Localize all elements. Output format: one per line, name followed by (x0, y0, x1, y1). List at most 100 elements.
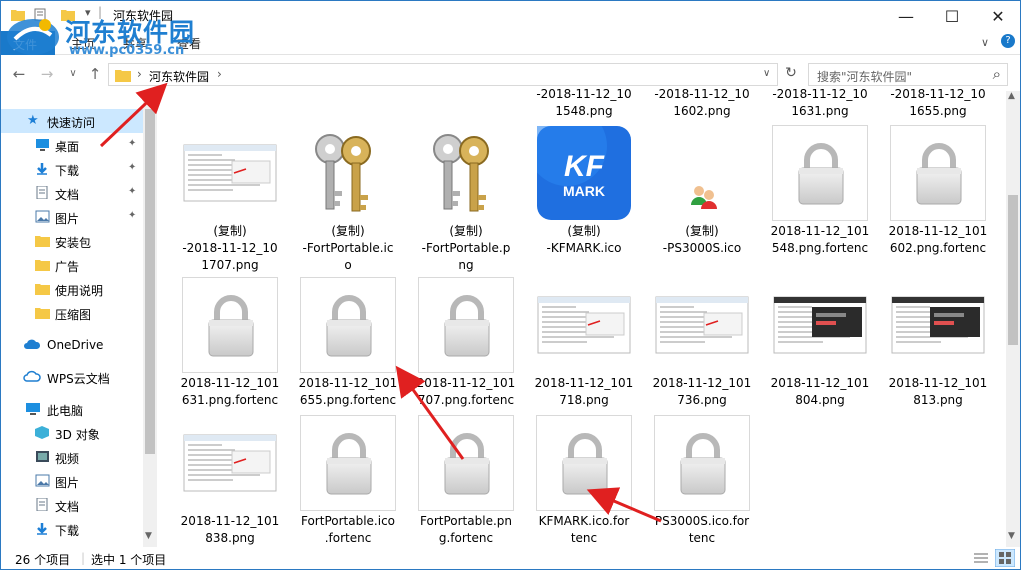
file-item[interactable]: KFMARK.ico.for tenc (531, 415, 637, 547)
sidebar-item-label: 文档 (55, 188, 80, 202)
up-button[interactable]: ↑ (85, 65, 105, 85)
sidebar-item-label: OneDrive (47, 338, 104, 352)
computer-icon (26, 403, 40, 415)
file-item[interactable]: (复制) -FortPortable.p ng (413, 125, 519, 275)
large-icons-view-icon[interactable] (995, 549, 1015, 567)
scroll-down-icon[interactable]: ▼ (1008, 531, 1015, 541)
item-count: 26 个项目 (15, 553, 71, 567)
scrollbar-thumb[interactable] (145, 109, 155, 454)
file-item[interactable]: 2018-11-12_101 707.png.fortenc (413, 277, 519, 427)
file-item[interactable]: PS3000S.ico.for tenc (649, 415, 755, 547)
sidebar-item-label: 此电脑 (47, 404, 84, 418)
tab-home[interactable]: 主页 (71, 35, 95, 52)
address-bar[interactable]: › 河东软件园 › ∨ (108, 63, 778, 86)
file-item[interactable]: 2018-11-12_101 804.png (767, 277, 873, 427)
file-name-line: 631.png.fortenc (181, 393, 279, 407)
file-item[interactable]: (复制) -FortPortable.ic o (295, 125, 401, 275)
file-label[interactable]: -2018-11-12_10 1602.png (649, 89, 755, 120)
sidebar-item-5[interactable]: 广告 (1, 253, 141, 277)
file-item[interactable]: 2018-11-12_101 631.png.fortenc (177, 277, 283, 427)
breadcrumb-chevron-icon[interactable]: › (137, 67, 142, 81)
sidebar-item-pc-2[interactable]: 图片 (1, 469, 141, 493)
file-label: (复制) -FortPortable.ic o (295, 223, 401, 274)
file-item[interactable]: 2018-11-12_101 813.png (885, 277, 991, 427)
refresh-button[interactable]: ↻ (781, 65, 801, 85)
file-name-line: (复制) (567, 224, 601, 238)
close-button[interactable]: ✕ (975, 1, 1020, 31)
properties-icon[interactable] (33, 8, 47, 21)
file-item[interactable]: 2018-11-12_101 655.png.fortenc (295, 277, 401, 427)
scroll-down-icon[interactable]: ▼ (145, 531, 152, 541)
scroll-up-icon[interactable]: ▲ (1008, 91, 1015, 101)
customize-toolbar-icon[interactable]: ▾ (85, 6, 91, 19)
file-item[interactable]: (复制) -PS3000S.ico (649, 125, 755, 275)
pin-icon: ✦ (128, 210, 137, 221)
sidebar-item-onedrive[interactable]: OneDrive (1, 333, 141, 357)
file-label[interactable]: -2018-11-12_10 1631.png (767, 89, 873, 120)
file-name-line: PS3000S.ico.for (654, 514, 750, 528)
back-button[interactable]: ← (9, 65, 29, 85)
window-title: 河东软件园 (113, 9, 174, 23)
breadcrumb-chevron-icon[interactable]: › (217, 67, 222, 81)
sidebar-item-0[interactable]: 桌面 ✦ (1, 133, 141, 157)
content-scrollbar[interactable]: ▲ ▼ (1006, 91, 1020, 547)
sidebar-item-3[interactable]: 图片 ✦ (1, 205, 141, 229)
ribbon-collapse-icon[interactable]: ∨ (981, 36, 989, 49)
sidebar-item-1[interactable]: 下载 ✦ (1, 157, 141, 181)
breadcrumb[interactable]: 河东软件园 (149, 68, 209, 85)
details-view-icon[interactable] (973, 551, 989, 565)
file-label[interactable]: -2018-11-12_10 1548.png (531, 89, 637, 120)
file-thumbnail (418, 277, 514, 373)
sidebar-item-wps[interactable]: WPS云文档 (1, 365, 141, 389)
file-label[interactable]: -2018-11-12_10 1655.png (885, 89, 991, 120)
sidebar-item-pc-3[interactable]: 文档 (1, 493, 141, 517)
file-name-line: -2018-11-12_10 (654, 89, 750, 101)
lock-icon (326, 295, 372, 357)
file-name-line: 2018-11-12_101 (652, 376, 752, 390)
scroll-up-icon[interactable]: ▲ (145, 91, 152, 101)
scrollbar-thumb[interactable] (1008, 195, 1018, 345)
file-item[interactable]: 2018-11-12_101 736.png (649, 277, 755, 427)
cloud-icon (24, 339, 41, 349)
file-name-line: 2018-11-12_101 (888, 376, 988, 390)
file-item[interactable]: (复制) -2018-11-12_10 1707.png (177, 125, 283, 275)
file-item[interactable]: FortPortable.pn g.fortenc (413, 415, 519, 547)
file-item[interactable]: 2018-11-12_101 838.png (177, 415, 283, 547)
file-item[interactable]: 2018-11-12_101 548.png.fortenc (767, 125, 873, 275)
file-label: (复制) -PS3000S.ico (649, 223, 755, 257)
file-item[interactable]: 2018-11-12_101 602.png.fortenc (885, 125, 991, 275)
new-folder-icon[interactable] (61, 8, 75, 21)
file-name-line: 2018-11-12_101 (180, 514, 280, 528)
sidebar-item-label: 快速访问 (47, 116, 96, 130)
sidebar-item-pc-0[interactable]: 3D 对象 (1, 421, 141, 445)
sidebar-item-pc-1[interactable]: 视频 (1, 445, 141, 469)
tab-share[interactable]: 共享 (123, 35, 147, 52)
lock-icon (680, 433, 726, 495)
file-item[interactable]: 2018-11-12_101 718.png (531, 277, 637, 427)
recent-locations-button[interactable]: ∨ (63, 68, 83, 88)
lock-icon (444, 433, 490, 495)
tab-file[interactable]: 文件 (1, 31, 55, 55)
sidebar-item-2[interactable]: 文档 ✦ (1, 181, 141, 205)
file-item[interactable]: FortPortable.ico .fortenc (295, 415, 401, 547)
file-name-line: -PS3000S.ico (662, 241, 742, 255)
sidebar-item-this-pc[interactable]: 此电脑 (1, 397, 141, 421)
sidebar-item-7[interactable]: 压缩图 (1, 301, 141, 325)
help-icon[interactable]: ? (1001, 34, 1015, 48)
forward-button[interactable]: → (37, 65, 57, 85)
maximize-button[interactable]: ☐ (929, 1, 975, 31)
sidebar-item-pc-4[interactable]: 下载 (1, 517, 141, 541)
file-item[interactable]: KF MARK (复制) -KFMARK.ico (531, 125, 637, 275)
screenshot-thumbnail (183, 434, 277, 492)
minimize-button[interactable]: — (883, 1, 929, 31)
navigation-scrollbar[interactable]: ▲ ▼ (143, 91, 157, 547)
svg-text:KF: KF (564, 150, 605, 183)
address-dropdown-icon[interactable]: ∨ (763, 68, 770, 79)
sidebar-item-6[interactable]: 使用说明 (1, 277, 141, 301)
sidebar-item-quick-access[interactable]: ★ 快速访问 (1, 109, 143, 133)
sidebar-item-4[interactable]: 安装包 (1, 229, 141, 253)
search-input[interactable]: 搜索"河东软件园" ⌕ (808, 63, 1008, 86)
lock-icon (326, 433, 372, 495)
folder-icon (35, 308, 50, 319)
tab-view[interactable]: 查看 (177, 35, 201, 52)
